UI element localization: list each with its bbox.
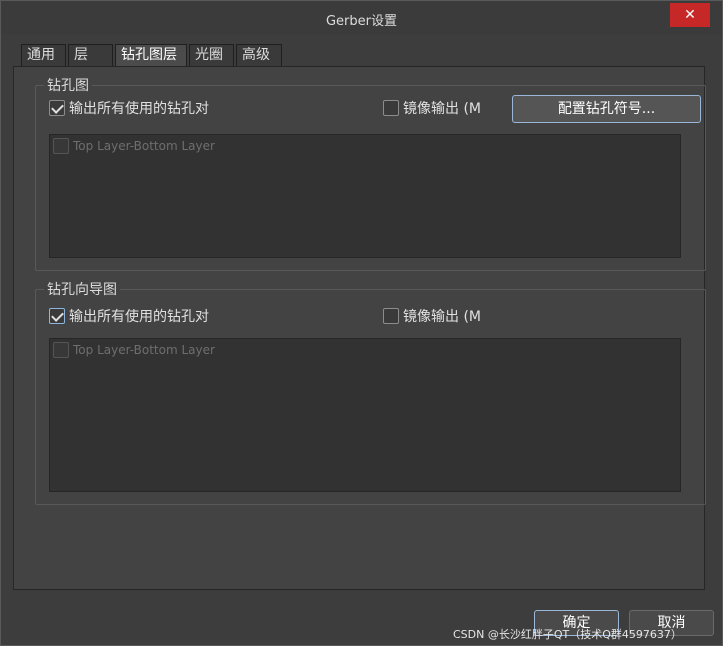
checkbox-unchecked-icon[interactable] <box>383 308 399 324</box>
title-bar[interactable]: Gerber设置 ✕ <box>1 1 722 35</box>
checkbox-checked-icon[interactable] <box>49 308 65 324</box>
tab-bar: 通用 层 钻孔图层 光圈 高级 <box>21 44 284 66</box>
window-title: Gerber设置 <box>325 14 397 29</box>
drill-guide-legend: 钻孔向导图 <box>44 279 120 299</box>
checkbox-unchecked-icon[interactable] <box>53 342 69 358</box>
mirror-output-label: 镜像输出 (M <box>403 309 481 325</box>
drill-pair-label: Top Layer-Bottom Layer <box>73 343 215 357</box>
drill-guide-group: 钻孔向导图 输出所有使用的钻孔对 镜像输出 (M Top Layer-Botto… <box>35 279 706 505</box>
close-button[interactable]: ✕ <box>670 3 710 27</box>
tab-advanced[interactable]: 高级 <box>236 44 282 66</box>
checkbox-checked-icon[interactable] <box>49 100 65 116</box>
drill-pair-label: Top Layer-Bottom Layer <box>73 139 215 153</box>
checkbox-unchecked-icon[interactable] <box>383 100 399 116</box>
close-icon: ✕ <box>684 7 696 23</box>
drill-drawing-group: 钻孔图 输出所有使用的钻孔对 镜像输出 (M 配置钻孔符号... Top Lay… <box>35 75 706 271</box>
mirror-output-checkbox[interactable]: 镜像输出 (M <box>383 98 488 118</box>
tab-layers[interactable]: 层 <box>68 44 113 66</box>
drill-pair-list[interactable]: Top Layer-Bottom Layer <box>49 134 681 258</box>
tab-drill-drawing[interactable]: 钻孔图层 <box>115 44 187 66</box>
tab-content-panel: 钻孔图 输出所有使用的钻孔对 镜像输出 (M 配置钻孔符号... Top Lay… <box>13 66 706 590</box>
drill-drawing-legend: 钻孔图 <box>44 75 92 95</box>
watermark-text: CSDN @长沙红胖子QT（技术Q群4597637） <box>453 628 682 641</box>
tab-apertures[interactable]: 光圈 <box>189 44 234 66</box>
tab-general[interactable]: 通用 <box>21 44 66 66</box>
list-item[interactable]: Top Layer-Bottom Layer <box>53 342 215 358</box>
checkbox-unchecked-icon[interactable] <box>53 138 69 154</box>
output-all-drill-pairs-label: 输出所有使用的钻孔对 <box>69 309 209 325</box>
output-all-drill-pairs-label: 输出所有使用的钻孔对 <box>69 101 209 117</box>
list-item[interactable]: Top Layer-Bottom Layer <box>53 138 215 154</box>
drill-pair-list[interactable]: Top Layer-Bottom Layer <box>49 338 681 492</box>
gerber-settings-dialog: Gerber设置 ✕ 通用 层 钻孔图层 光圈 高级 钻孔图 输出所有使用的钻孔… <box>0 0 723 646</box>
output-all-drill-pairs-checkbox[interactable]: 输出所有使用的钻孔对 <box>49 306 215 326</box>
mirror-output-label: 镜像输出 (M <box>403 101 481 117</box>
configure-drill-symbols-button[interactable]: 配置钻孔符号... <box>512 95 701 123</box>
output-all-drill-pairs-checkbox[interactable]: 输出所有使用的钻孔对 <box>49 98 209 118</box>
mirror-output-checkbox[interactable]: 镜像输出 (M <box>383 306 488 326</box>
